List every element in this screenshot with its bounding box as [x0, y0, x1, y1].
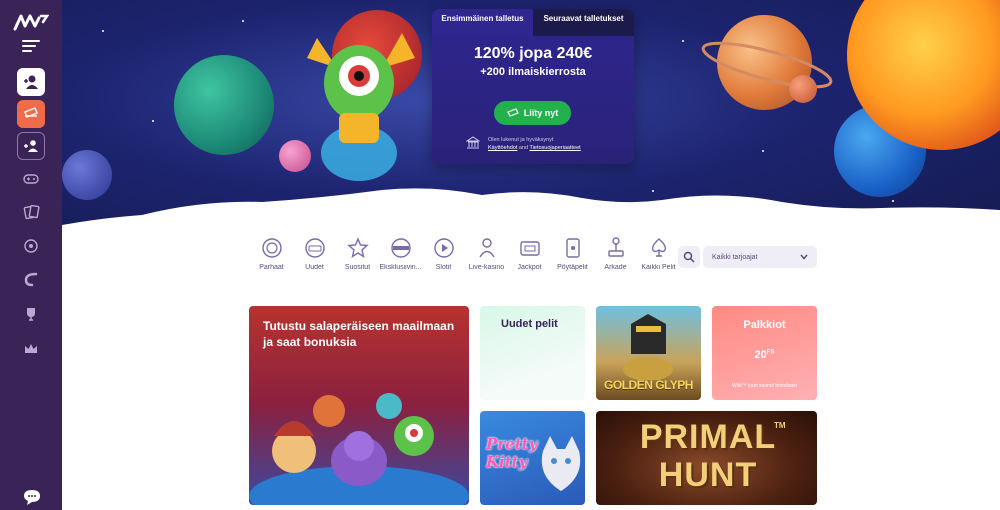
monster-mascot — [307, 33, 415, 181]
roulette-icon — [24, 239, 38, 253]
dealer-icon — [478, 238, 495, 258]
terms-prefix: Olen lukenut ja hyväksynyt — [488, 137, 554, 143]
game-tile-pretty-kitty[interactable]: Pretty Kitty — [480, 411, 585, 505]
join-now-button[interactable]: Liity nyt — [494, 101, 571, 125]
hero-banner: Ensimmäinen talletus Seuraavat talletuks… — [62, 0, 1000, 250]
chat-icon[interactable] — [22, 488, 42, 506]
chevron-down-icon — [800, 254, 808, 260]
user-plus-icon — [24, 75, 38, 89]
category-slots[interactable]: Slotit — [422, 236, 465, 271]
category-live-casino[interactable]: Live-kasino — [465, 236, 508, 271]
spade-icon — [651, 238, 666, 257]
category-bar: Parhaat Uudet Suositut Eksklusiivin... S… — [250, 236, 680, 271]
rewards-tile[interactable]: Palkkiot 20FS Wild™ juuri saanut bonukse… — [712, 306, 817, 400]
category-label: Parhaat — [259, 264, 284, 271]
primal-hunt-trademark: TM — [774, 421, 786, 430]
crown-icon — [25, 344, 37, 353]
bank-icon — [466, 136, 480, 149]
primal-hunt-logo-line2: HUNT — [658, 456, 758, 494]
pharaoh-artwork — [623, 314, 673, 380]
gamepad-icon — [23, 174, 39, 184]
sidebar-item-tournaments[interactable] — [17, 300, 45, 328]
feature-tile-title: Tutustu salaperäiseen maailmaan ja saat … — [263, 319, 455, 349]
search-button[interactable] — [678, 246, 700, 268]
category-best[interactable]: Parhaat — [250, 236, 293, 271]
terms-link[interactable]: Käyttöehdot — [488, 145, 517, 151]
provider-select-value: Kaikki tarjoajat — [712, 253, 758, 261]
cards-icon — [565, 238, 580, 258]
small-orange-planet — [789, 75, 817, 103]
pretty-kitty-logo: Pretty Kitty — [486, 435, 538, 471]
ticket-icon — [506, 108, 519, 117]
heroes-artwork — [249, 393, 469, 505]
exclusive-icon — [390, 238, 411, 258]
category-table-games[interactable]: Pöytäpelit — [551, 236, 594, 271]
play-icon — [433, 238, 454, 258]
rewards-amount-unit: FS — [766, 349, 775, 356]
category-new[interactable]: Uudet — [293, 236, 336, 271]
jackpot-icon — [519, 241, 540, 256]
sidebar-item-card-games[interactable] — [17, 198, 45, 226]
users-icon — [24, 140, 38, 152]
ticket-icon — [24, 107, 38, 118]
sidebar-item-roulette[interactable] — [17, 232, 45, 260]
category-label: Live-kasino — [468, 264, 505, 271]
game-tile-golden-glyph[interactable]: GOLDEN GLYPH — [596, 306, 701, 400]
playing-cards-icon — [23, 204, 40, 220]
category-arcade[interactable]: Arkade — [594, 236, 637, 271]
sidebar-item-promotions[interactable] — [17, 100, 45, 128]
terms-consent: Olen lukenut ja hyväksynyt Käyttöehdot a… — [466, 136, 616, 152]
bonus-headline: 120% jopa 240€ — [473, 45, 593, 62]
sidebar-item-refer-friend[interactable] — [17, 132, 45, 160]
star-icon — [346, 237, 369, 259]
rewards-amount-value: 20 — [754, 349, 767, 361]
welcome-bonus-panel: Ensimmäinen talletus Seuraavat talletuks… — [432, 9, 634, 164]
provider-select[interactable]: Kaikki tarjoajat — [703, 246, 817, 268]
category-label: Arkade — [604, 264, 627, 271]
category-label: Suositut — [344, 264, 371, 271]
tab-next-deposits[interactable]: Seuraavat talletukset — [533, 9, 634, 36]
game-tile-primal-hunt[interactable]: PRIMAL HUNT TM — [596, 411, 817, 505]
new-games-title: Uudet pelit — [501, 318, 558, 330]
new-games-tile[interactable]: Uudet pelit — [480, 306, 585, 400]
terms-and: and — [518, 145, 529, 151]
category-label: Pöytäpelit — [557, 264, 588, 271]
rewards-note: Wild™ juuri saanut bonuksen — [731, 383, 798, 389]
category-label: Jackpot — [517, 264, 542, 271]
rosette-icon — [261, 238, 282, 258]
privacy-link[interactable]: Tietosuojaperiaatteet — [530, 145, 581, 151]
sidebar — [0, 0, 62, 510]
sidebar-item-games[interactable] — [17, 165, 45, 193]
crash-icon — [24, 272, 38, 287]
tab-first-deposit[interactable]: Ensimmäinen talletus — [432, 9, 533, 36]
category-label: Slotit — [435, 264, 452, 271]
join-now-label: Liity nyt — [523, 108, 559, 118]
sidebar-item-crash[interactable] — [17, 265, 45, 293]
category-all-games[interactable]: Kaikki Pelit — [637, 236, 680, 271]
green-planet — [174, 55, 274, 155]
hamburger-menu-button[interactable] — [22, 40, 40, 54]
joystick-icon — [607, 237, 624, 257]
category-popular[interactable]: Suositut — [336, 236, 379, 271]
category-jackpot[interactable]: Jackpot — [508, 236, 551, 271]
trophy-icon — [27, 308, 35, 321]
category-label: Kaikki Pelit — [641, 264, 676, 271]
search-icon — [683, 251, 695, 263]
rewards-amount: 20FS — [712, 349, 817, 361]
bonus-subline: +200 ilmaiskierrosta — [480, 66, 586, 78]
rewards-title: Palkkiot — [743, 319, 786, 331]
sidebar-item-vip[interactable] — [17, 335, 45, 363]
golden-glyph-logo: GOLDEN GLYPH — [604, 378, 693, 392]
site-logo[interactable] — [13, 10, 51, 32]
category-label: Eksklusiivin... — [379, 264, 422, 271]
category-exclusive[interactable]: Eksklusiivin... — [379, 236, 422, 271]
new-badge-icon — [304, 238, 325, 258]
primal-hunt-logo-line1: PRIMAL — [639, 418, 777, 456]
feature-tile[interactable]: Tutustu salaperäiseen maailmaan ja saat … — [249, 306, 469, 505]
category-label: Uudet — [305, 264, 324, 271]
sidebar-item-account[interactable] — [17, 68, 45, 96]
